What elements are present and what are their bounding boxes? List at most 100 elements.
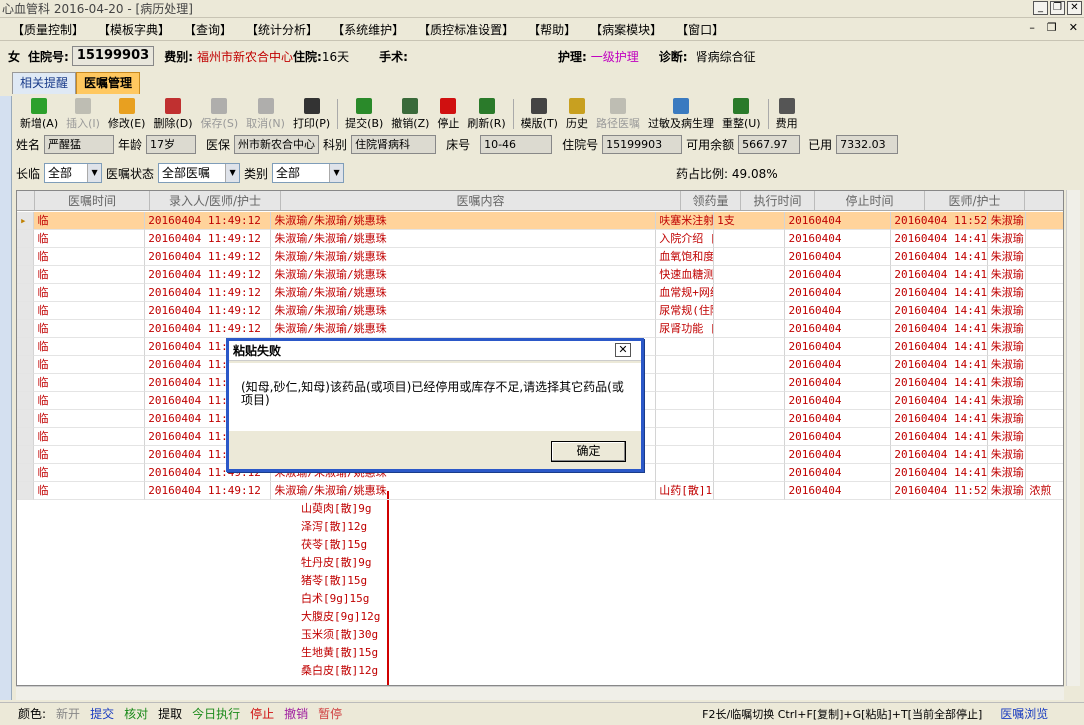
toolbar-button-3[interactable]: 删除(D) (149, 96, 196, 132)
dept-field: 住院肾病科 (351, 134, 437, 154)
ok-button[interactable]: 确定 (551, 441, 626, 462)
table-row[interactable]: 临20160404 11:49:12朱淑瑜/朱淑瑜/姚惠珠尿肾功能 [检验科] 2… (17, 320, 1063, 338)
column-header-3[interactable]: 医嘱内容 (281, 191, 681, 210)
herb-item: 牡丹皮[散]9g (301, 556, 372, 569)
chevron-down-icon[interactable]: ▼ (225, 164, 240, 182)
category-select[interactable]: 全部 ▼ (272, 163, 345, 183)
table-row[interactable]: 临20160404 11:49:12朱淑瑜/朱淑瑜/姚惠珠入院介绍 [住院肾病科… (17, 230, 1063, 248)
column-header-0[interactable] (17, 191, 35, 210)
column-header-7[interactable]: 医师/护士 (925, 191, 1025, 210)
cell-who: 朱淑瑜/朱淑瑜/姚惠珠 (271, 482, 657, 500)
allergy-icon (672, 98, 689, 114)
mdi-minimize-icon[interactable]: – (1029, 21, 1035, 34)
status-bar: 颜色: 新开 提交 核对 提取 今日执行 停止 撤销 暂停 F2长/临嘱切换 Ctrl+F[复制… (0, 702, 1084, 724)
cell-time: 20160404 11:49:12 (145, 302, 272, 320)
menu-help[interactable]: 【帮助】 (524, 21, 580, 38)
mdi-restore-icon[interactable]: ❐ (1047, 21, 1057, 34)
herb-item: 山萸肉[散]9g (301, 502, 372, 515)
toolbar-button-16[interactable]: 费用 (772, 96, 802, 132)
cell-doc: 朱淑瑜 (987, 374, 1027, 392)
toolbar-button-11[interactable]: 模版(T) (517, 96, 562, 132)
table-row[interactable]: 临20160404 11:49:12朱淑瑜/朱淑瑜/姚惠珠快速血糖测定(非检验科… (17, 266, 1063, 284)
column-header-2[interactable]: 录入人/医师/护士 (150, 191, 281, 210)
cell-exec: 20160404 (785, 338, 892, 356)
cell-doc: 朱淑瑜 (987, 356, 1027, 374)
cell-who: 朱淑瑜/朱淑瑜/姚惠珠 (271, 230, 657, 248)
long-temp-select[interactable]: 全部 ▼ (44, 163, 103, 183)
color-legend-label: 颜色: (18, 707, 47, 721)
toolbar-button-8[interactable]: 撤销(Z) (387, 96, 433, 132)
horizontal-scrollbar[interactable] (16, 686, 1064, 700)
menu-query[interactable]: 【查询】 (180, 21, 236, 38)
cell-t: 临 (34, 284, 146, 302)
toolbar-button-7[interactable]: 提交(B) (341, 96, 387, 132)
mdi-close-icon[interactable]: ✕ (1069, 21, 1078, 34)
toolbar-button-2[interactable]: 修改(E) (104, 96, 150, 132)
close-icon[interactable]: ✕ (1067, 1, 1082, 15)
menu-statistics[interactable]: 【统计分析】 (242, 21, 322, 38)
cell-exec: 20160404 (785, 284, 892, 302)
view-mode-label[interactable]: 医嘱浏览 (1000, 705, 1048, 722)
close-icon[interactable]: ✕ (615, 343, 631, 357)
toolbar-button-14[interactable]: 过敏及病生理 (644, 96, 718, 132)
chevron-down-icon[interactable]: ▼ (87, 164, 102, 182)
grid-header: 医嘱时间 录入人/医师/护士 医嘱内容 领药量 执行时间 停止时间 医师/护士 (17, 191, 1063, 211)
menu-template-dict[interactable]: 【模板字典】 (94, 21, 174, 38)
row-indicator-icon (17, 266, 35, 284)
menu-record-module[interactable]: 【病案模块】 (586, 21, 666, 38)
row-indicator-icon (17, 284, 35, 302)
cell-who: 朱淑瑜/朱淑瑜/姚惠珠 (271, 248, 657, 266)
vertical-scrollbar[interactable] (1066, 190, 1080, 686)
menu-bar: 【质量控制】 【模板字典】 【查询】 【统计分析】 【系统维护】 【质控标准设置… (0, 19, 1084, 41)
column-header-6[interactable]: 停止时间 (815, 191, 925, 210)
toolbar-button-0[interactable]: 新增(A) (16, 96, 62, 132)
filter-bar: 长临 全部 ▼ 医嘱状态 全部医嘱 ▼ 类别 全部 ▼ 药占比例: 49.08% (16, 162, 1078, 184)
column-header-4[interactable]: 领药量 (681, 191, 741, 210)
menu-system-maintenance[interactable]: 【系统维护】 (328, 21, 408, 38)
cell-stop: 20160404 14:41:00 (891, 374, 988, 392)
cell-t: 临 (34, 302, 146, 320)
stop-icon (440, 98, 457, 114)
cell-extra (1026, 230, 1063, 248)
toolbar-button-label: 打印(P) (292, 117, 331, 130)
toolbar-button-6[interactable]: 打印(P) (289, 96, 334, 132)
toolbar-button-15[interactable]: 重整(U) (718, 96, 765, 132)
nursing-level: 一级护理 (590, 49, 639, 64)
minimize-icon[interactable]: _ (1033, 1, 1048, 15)
cell-content (656, 428, 715, 446)
bed-label: 床号 (446, 137, 471, 152)
cell-extra (1026, 284, 1063, 302)
toolbar-button-10[interactable]: 刷新(R) (463, 96, 509, 132)
row-indicator-icon (17, 338, 35, 356)
table-row[interactable]: ▸临20160404 11:49:12朱淑瑜/朱淑瑜/姚惠珠呋塞米注射液[2ml… (17, 212, 1063, 230)
cell-content: 尿肾功能 [检验科] (656, 320, 715, 338)
balance-label: 可用余额 (686, 137, 735, 152)
name-field: 严醒猛 (44, 134, 115, 154)
column-header-5[interactable]: 执行时间 (741, 191, 815, 210)
menu-window[interactable]: 【窗口】 (672, 21, 728, 38)
cell-extra (1026, 266, 1063, 284)
order-status-select[interactable]: 全部医嘱 ▼ (158, 163, 241, 183)
restore-icon[interactable]: ❐ (1050, 1, 1065, 15)
tab-reminders[interactable]: 相关提醒 (12, 72, 77, 94)
toolbar-button-9[interactable]: 停止 (433, 96, 463, 132)
cell-exec: 20160404 (785, 410, 892, 428)
cell-stop: 20160404 14:41:00 (891, 338, 988, 356)
table-row[interactable]: 临20160404 11:49:12朱淑瑜/朱淑瑜/姚惠珠血氧饱和度监测 1小时… (17, 248, 1063, 266)
toolbar-button-4: 保存(S) (197, 96, 243, 132)
order-status-value: 全部医嘱 (162, 166, 211, 180)
menu-qc-standard[interactable]: 【质控标准设置】 (414, 21, 518, 38)
table-row[interactable]: 临20160404 11:49:12朱淑瑜/朱淑瑜/姚惠珠山药[散]15g 2贴… (17, 482, 1063, 500)
toolbar-button-12[interactable]: 历史 (562, 96, 592, 132)
cell-doc: 朱淑瑜 (987, 212, 1027, 230)
tab-orders[interactable]: 医嘱管理 (76, 72, 141, 94)
table-row[interactable]: 临20160404 11:49:12朱淑瑜/朱淑瑜/姚惠珠尿常规(住院) [检验… (17, 302, 1063, 320)
cell-qty (714, 248, 786, 266)
table-row[interactable]: 临20160404 11:49:12朱淑瑜/朱淑瑜/姚惠珠血常规+网织红+CRP… (17, 284, 1063, 302)
admission-label: 住院号: (28, 49, 69, 64)
used-label: 已用 (808, 137, 833, 152)
chevron-down-icon[interactable]: ▼ (329, 164, 344, 182)
menu-quality-control[interactable]: 【质量控制】 (8, 21, 88, 38)
drug-ratio: 药占比例: 49.08% (676, 166, 778, 181)
column-header-1[interactable]: 医嘱时间 (35, 191, 150, 210)
